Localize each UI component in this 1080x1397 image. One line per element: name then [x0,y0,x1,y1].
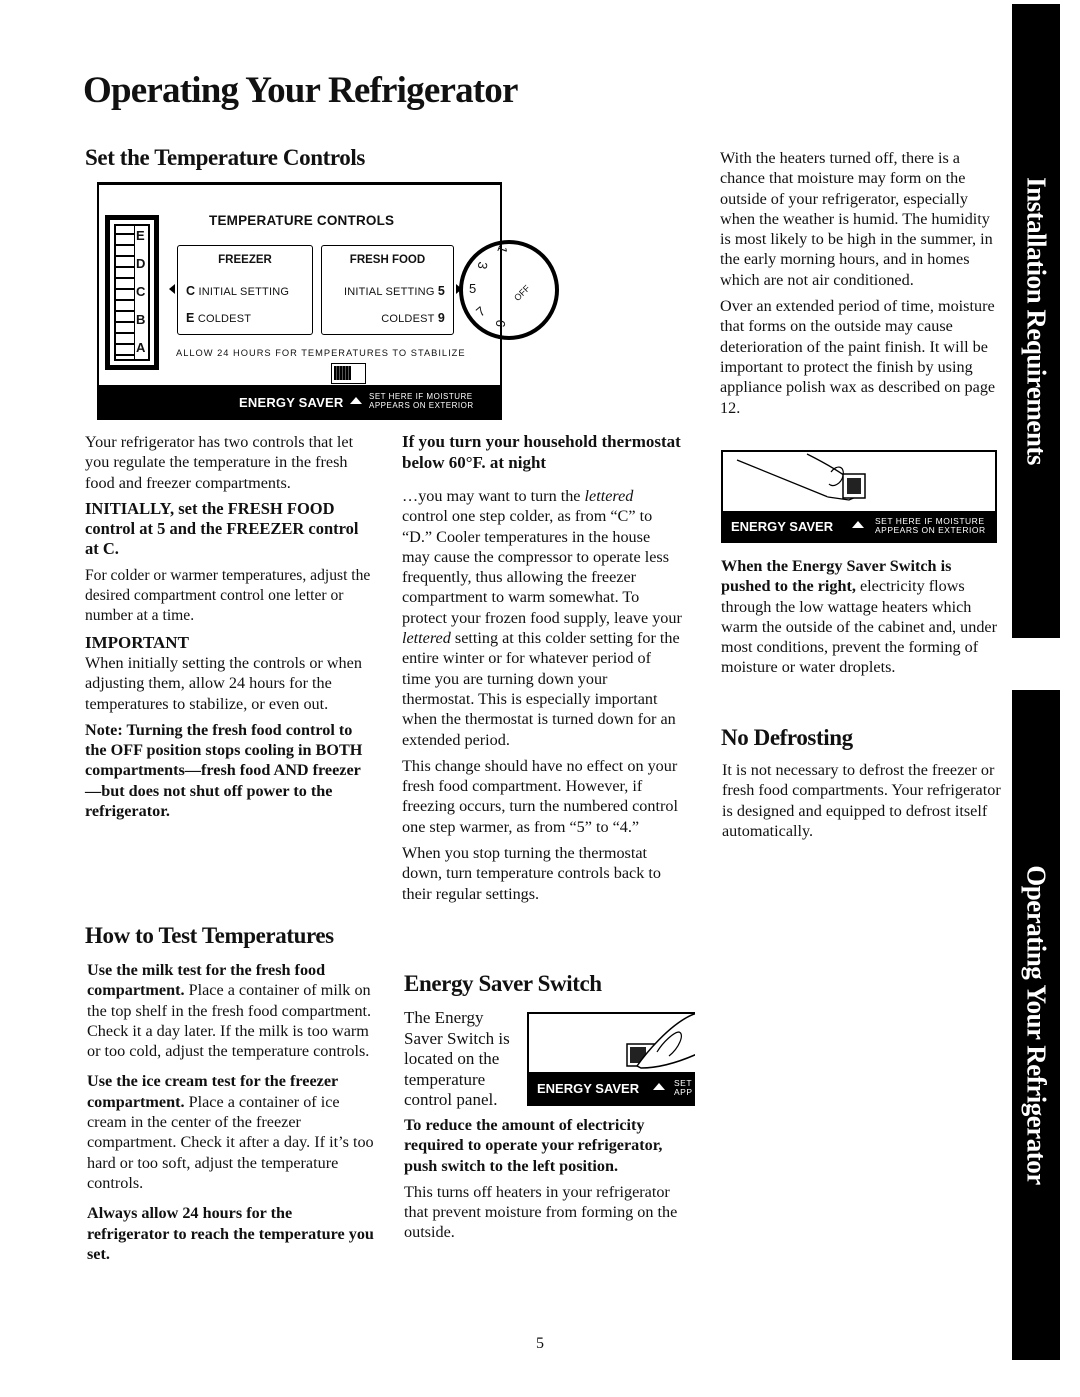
energy-saver-section: To reduce the amount of electricity requ… [404,1115,684,1249]
thermostat-text-3: When you stop turning the thermostat dow… [402,844,661,903]
freezer-initial-row: C INITIAL SETTING [186,284,290,298]
thermostat-heading: If you turn your household thermostat be… [402,432,681,472]
column-1: Your refrigerator has two controls that … [85,432,375,827]
ice-cream-test-text: Use the ice cream test for the freezer c… [87,1072,374,1192]
side-tab-installation[interactable]: Installation Requirements [1012,4,1060,638]
dial-label: 9 [492,318,509,329]
slider-letter: C [136,284,146,299]
energy-saver-heading: Energy Saver Switch [404,971,602,996]
slider-letter: A [136,340,146,355]
side-tab-label: Operating Your Refrigerator [1021,865,1052,1185]
slider-letter: B [136,312,146,327]
energy-saver-label: ENERGY SAVER [537,1081,640,1096]
fresh-food-coldest-row: COLDEST 9 [381,311,445,325]
dial-label: 3 [474,260,491,271]
moisture-text-2: Over an extended period of time, moistur… [720,297,996,417]
test-temps-section: Use the milk test for the fresh food com… [87,960,377,1270]
freezer-slider-icon: E D C B A [105,215,159,370]
colder-warmer-text: For colder or warmer temperatures, adjus… [85,566,371,625]
freezer-title: FREEZER [218,254,272,266]
energy-saver-switch [331,363,366,384]
no-defrosting-heading: No Defrosting [721,725,853,750]
energy-saver-band: ENERGY SAVER SET HERE IF MOISTURE APPEARS… [99,385,500,418]
finger-pressing-switch-icon [626,1014,695,1069]
up-arrow-icon [350,397,362,404]
finger-pressing-switch-icon [736,453,866,501]
up-arrow-icon [852,521,864,528]
energy-saver-label: ENERGY SAVER [731,519,834,534]
dial-label: 1 [494,243,511,256]
page-title: Operating Your Refrigerator [83,70,518,111]
important-heading: IMPORTANT [85,632,189,652]
note-text: Note: Turning the fresh food control to … [85,720,363,821]
dial-label: 5 [469,281,477,296]
test-temps-heading: How to Test Temperatures [85,923,334,948]
energy-saver-detail-illustration: ENERGY SAVER SET HERE IF MOISTURE APPEARS… [721,450,997,543]
side-tab-operating[interactable]: Operating Your Refrigerator [1012,690,1060,1360]
always-allow-text: Always allow 24 hours for the refrigerat… [87,1204,374,1263]
dial-label: OFF [512,283,532,303]
column-3: With the heaters turned off, there is a … [720,148,1000,424]
no-defrosting-text: It is not necessary to defrost the freez… [722,761,1001,840]
fresh-food-initial-row: INITIAL SETTING 5 [343,284,445,298]
energy-saver-note: SET HERE IF MOISTURE APPEARS ON EXTERIOR [875,516,986,535]
pushed-right-section: When the Energy Saver Switch is pushed t… [721,556,1001,684]
up-arrow-icon [653,1083,665,1090]
freezer-box: FREEZER C INITIAL SETTING E COLDEST [177,245,313,335]
fresh-food-title: FRESH FOOD [349,254,426,266]
allow-24-hours-note: ALLOW 24 HOURS FOR TEMPERATURES TO STABI… [176,348,466,358]
fresh-food-dial-icon: 1 3 5 7 9 OFF [459,240,559,340]
energy-saver-note: SET HERE IF MOISTURE APPEARS ON EXTERIOR [369,392,474,410]
set-controls-heading: Set the Temperature Controls [85,145,365,170]
intro-text: Your refrigerator has two controls that … [85,433,354,492]
pointer-left-icon [169,284,175,294]
energy-saver-location-text: The Energy Saver Switch is located on th… [404,1008,510,1109]
fresh-food-box: FRESH FOOD INITIAL SETTING 5 COLDEST 9 [321,245,454,335]
reduce-electricity-text: To reduce the amount of electricity requ… [404,1116,663,1175]
freezer-coldest-row: E COLDEST [186,311,252,325]
moisture-text-1: With the heaters turned off, there is a … [720,149,993,289]
temperature-control-panel-illustration: TEMPERATURE CONTROLS E D C B A FREEZER C… [97,182,559,420]
pushed-right-text: When the Energy Saver Switch is pushed t… [721,557,997,677]
thermostat-text-1: …you may want to turn the lettered contr… [402,487,682,749]
milk-test-text: Use the milk test for the fresh food com… [87,961,372,1061]
dial-label: 7 [473,303,489,320]
side-tab-label: Installation Requirements [1021,177,1052,465]
important-text: When initially setting the controls or w… [85,653,362,713]
thermostat-text-2: This change should have no effect on you… [402,756,678,836]
energy-saver-switch-illustration: ENERGY SAVER SET APP [527,1012,695,1106]
heaters-off-text: This turns off heaters in your refrigera… [404,1182,678,1242]
thermostat-section: …you may want to turn the lettered contr… [402,486,682,910]
energy-saver-label: ENERGY SAVER [239,395,344,410]
panel-title: TEMPERATURE CONTROLS [209,213,395,228]
page-number: 5 [536,1335,544,1352]
slider-letter: D [136,256,146,271]
slider-letter: E [136,228,145,243]
initially-text: INITIALLY, set the FRESH FOOD control at… [85,498,359,559]
energy-saver-note: SET APP [674,1078,693,1097]
